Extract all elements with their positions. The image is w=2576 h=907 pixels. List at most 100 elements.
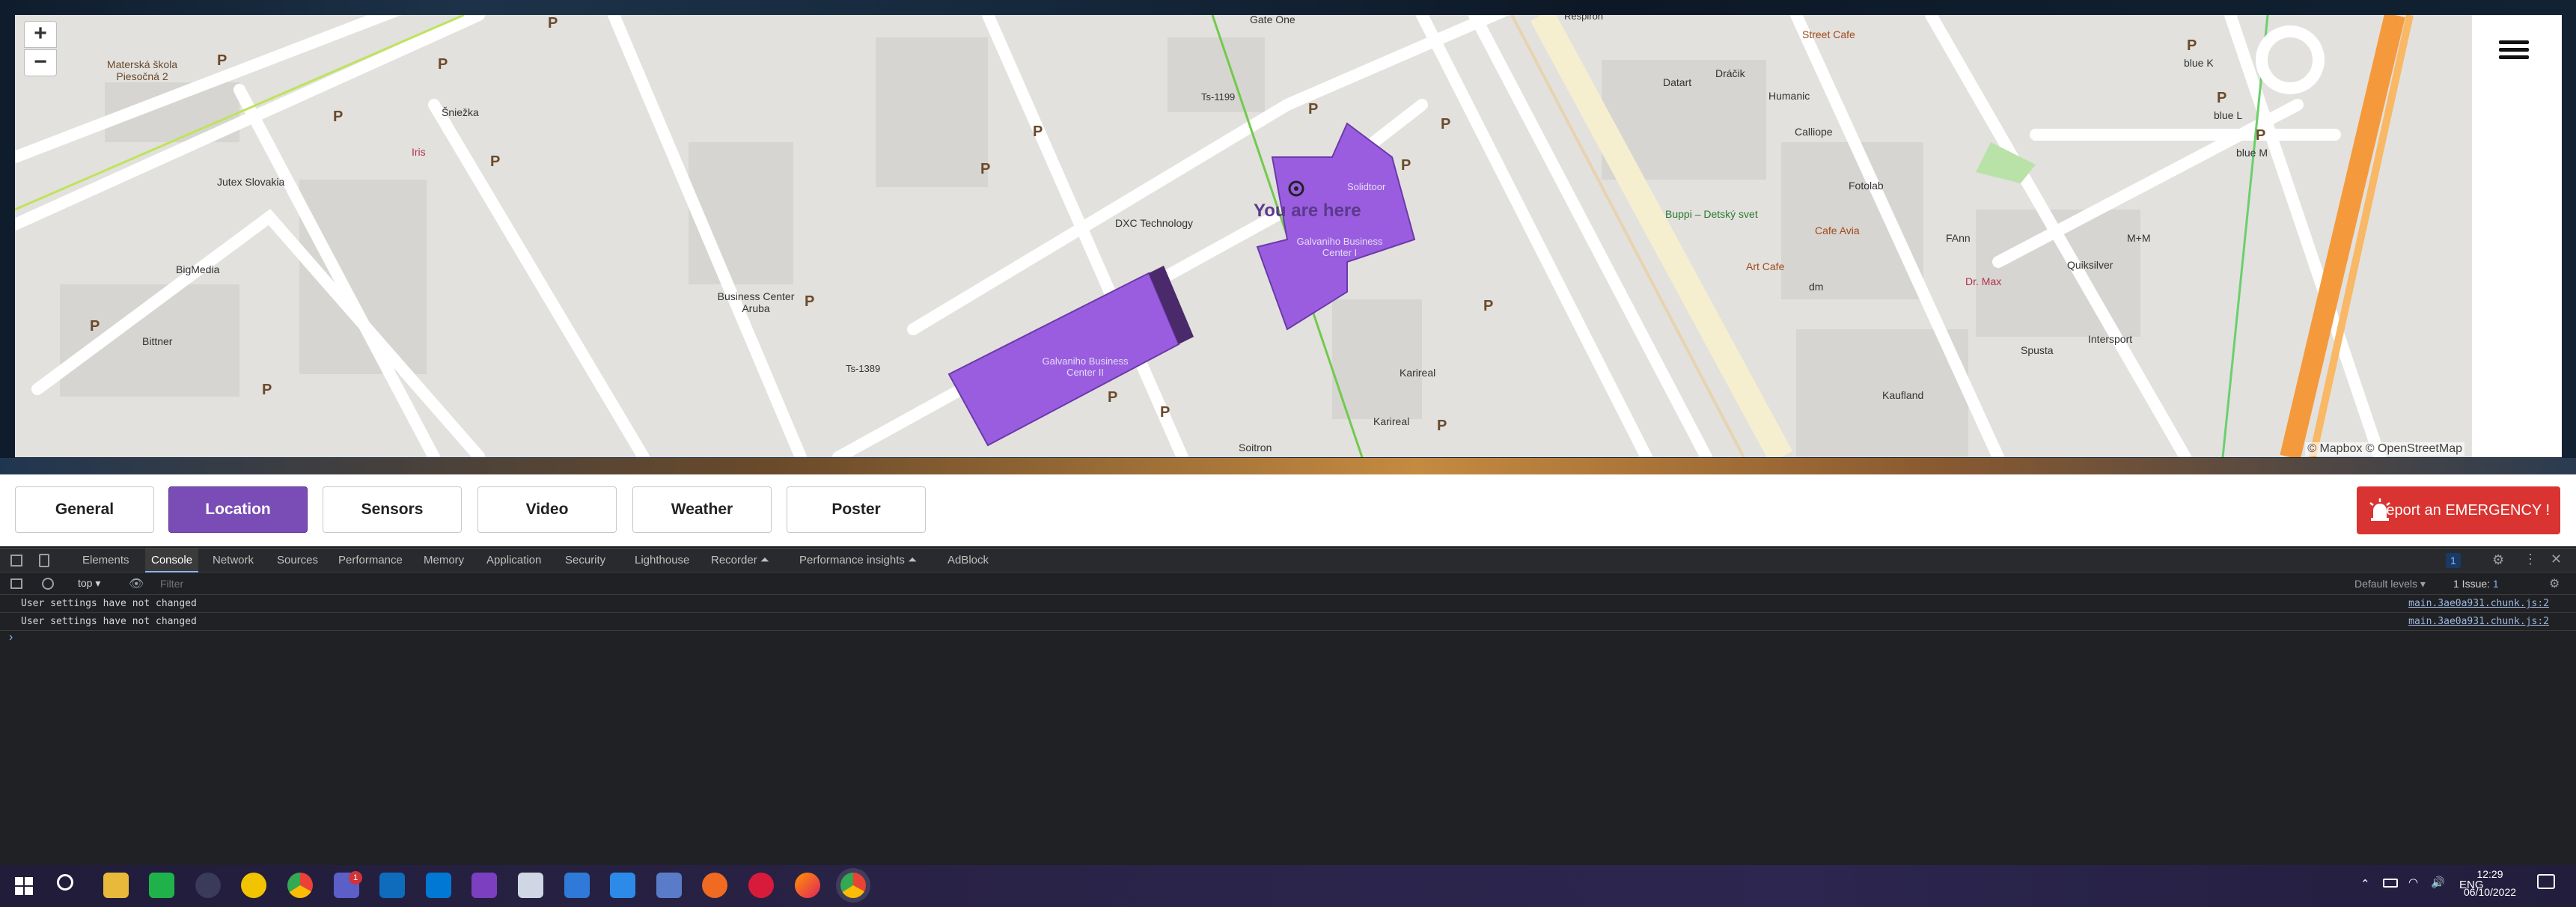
notifications-icon[interactable] — [2537, 874, 2555, 889]
outlook-icon[interactable] — [379, 873, 405, 898]
live-expression-eye-icon[interactable]: 👁 — [129, 576, 144, 591]
devtools-tab-recorder[interactable]: Recorder ⏶ — [711, 549, 769, 572]
search-icon[interactable] — [57, 874, 73, 891]
more-options-icon[interactable]: ⋮ — [2524, 552, 2537, 567]
app-icon[interactable] — [702, 873, 727, 898]
console-toolbar: top ▾ 👁 Default levels ▾ 1 Issue: 1 ⚙ — [0, 572, 2576, 595]
map-label-mm: M+M — [2127, 232, 2151, 244]
map-label-galvaniho1: Galvaniho Business Center I — [1296, 236, 1383, 258]
app-icon[interactable] — [241, 873, 266, 898]
map-view[interactable]: Materská škola Piesočná 2 Šniežka Iris J… — [15, 15, 2562, 457]
tab-sensors[interactable]: Sensors — [323, 486, 462, 533]
map-label-streetcafe: Street Cafe — [1802, 28, 1855, 40]
issues-label: 1 Issue: — [2453, 578, 2493, 590]
parking-icon: P — [548, 15, 558, 31]
map-label-jutex: Jutex Slovakia — [217, 176, 285, 188]
parking-icon: P — [980, 161, 991, 177]
console-message-text: User settings have not changed — [21, 598, 197, 609]
app-icon[interactable] — [149, 873, 174, 898]
parking-icon: P — [1160, 404, 1171, 421]
map-label-bittner: Bittner — [142, 335, 173, 347]
tab-poster[interactable]: Poster — [787, 486, 926, 533]
app-icon[interactable] — [748, 873, 774, 898]
parking-icon: P — [90, 318, 100, 335]
report-emergency-button[interactable]: Report an EMERGENCY ! — [2357, 486, 2560, 534]
tab-general[interactable]: General — [15, 486, 154, 533]
chrome-active-icon[interactable] — [840, 873, 866, 898]
firefox-icon[interactable] — [795, 873, 820, 898]
devtools-tab-application[interactable]: Application — [486, 549, 541, 572]
map-label-intersport: Intersport — [2088, 333, 2133, 345]
devtools-tab-lighthouse[interactable]: Lighthouse — [635, 549, 689, 572]
issues-counter-badge[interactable]: 1 — [2446, 553, 2461, 568]
map-label-aruba: Business Center Aruba — [717, 290, 795, 314]
network-icon[interactable]: ◠ — [2408, 876, 2418, 889]
devtools-tab-elements[interactable]: Elements — [82, 549, 129, 572]
app-icon[interactable] — [656, 873, 682, 898]
notification-badge: 1 — [349, 871, 362, 885]
hamburger-menu-icon[interactable] — [2472, 30, 2562, 67]
console-prompt[interactable]: › — [9, 631, 13, 644]
file-explorer-icon[interactable] — [103, 873, 129, 898]
devtools-tab-sources[interactable]: Sources — [277, 549, 318, 572]
map-label-datart: Datart — [1663, 76, 1692, 88]
app-icon[interactable] — [518, 873, 543, 898]
parking-icon: P — [490, 153, 501, 170]
windows-start-icon[interactable] — [15, 877, 33, 895]
parking-icon: P — [1441, 116, 1451, 132]
devtools-tab-security[interactable]: Security — [565, 549, 605, 572]
background-strip — [0, 458, 2576, 474]
log-levels-dropdown[interactable]: Default levels ▾ — [2354, 578, 2426, 590]
devtools-tab-memory[interactable]: Memory — [424, 549, 464, 572]
device-toolbar-icon[interactable] — [39, 554, 49, 567]
tray-chevron-icon[interactable]: ⌃ — [2360, 877, 2370, 891]
map-label-gateone: Gate One — [1250, 15, 1295, 25]
chrome-icon[interactable] — [287, 873, 313, 898]
devtools-tab-performance[interactable]: Performance — [338, 549, 403, 572]
parking-icon: P — [333, 109, 344, 125]
map-attribution[interactable]: © Mapbox © OpenStreetMap — [2305, 442, 2464, 456]
devtools-tab-console[interactable]: Console — [145, 549, 199, 572]
mail-icon[interactable] — [610, 873, 635, 898]
app-icon[interactable] — [195, 873, 221, 898]
devtools-tab-network[interactable]: Network — [213, 549, 254, 572]
clear-console-icon[interactable] — [42, 578, 54, 590]
parking-icon: P — [1437, 418, 1447, 434]
battery-icon[interactable] — [2383, 879, 2398, 888]
map-label-ts1199: Ts-1199 — [1201, 91, 1236, 103]
calendar-icon[interactable] — [564, 873, 590, 898]
devtools-tab-performance-insights[interactable]: Performance insights ⏶ — [799, 549, 917, 572]
map-label-dracik: Dráčik — [1715, 67, 1745, 79]
vscode-icon[interactable] — [426, 873, 451, 898]
map-label-materska: Materská škola Piesočná 2 — [106, 58, 178, 82]
zoom-in-button[interactable]: + — [24, 21, 57, 48]
parking-icon: P — [1108, 389, 1118, 406]
volume-icon[interactable]: 🔊 — [2431, 876, 2445, 889]
console-settings-icon[interactable]: ⚙ — [2549, 576, 2560, 591]
inspect-icon[interactable] — [10, 555, 22, 567]
sidebar-toggle-icon[interactable] — [10, 578, 22, 589]
map-label-fotolab: Fotolab — [1849, 180, 1884, 192]
emergency-label: Report an EMERGENCY ! — [2375, 501, 2550, 519]
tab-video[interactable]: Video — [477, 486, 617, 533]
console-message-source[interactable]: main.3ae0a931.chunk.js:2 — [2408, 595, 2549, 613]
console-message-source[interactable]: main.3ae0a931.chunk.js:2 — [2408, 613, 2549, 631]
issues-link[interactable]: 1 Issue: 1 — [2453, 578, 2499, 590]
console-filter-input[interactable] — [160, 575, 2331, 592]
visual-studio-icon[interactable] — [471, 873, 497, 898]
context-selector[interactable]: top ▾ — [78, 577, 100, 590]
parking-icon: P — [2217, 90, 2227, 106]
map-label-dxc: DXC Technology — [1115, 217, 1194, 229]
clock-date[interactable]: 06/10/2022 — [2456, 886, 2524, 898]
map-label-sniezka: Šniežka — [442, 106, 479, 118]
tab-location[interactable]: Location — [168, 486, 308, 533]
parking-icon: P — [217, 52, 228, 69]
close-devtools-icon[interactable]: ✕ — [2551, 552, 2562, 567]
tab-weather[interactable]: Weather — [632, 486, 772, 533]
clock-time[interactable]: 12:29 — [2464, 868, 2516, 880]
map-label-cafeavia: Cafe Avia — [1815, 225, 1860, 236]
settings-gear-icon[interactable]: ⚙ — [2492, 552, 2504, 568]
zoom-out-button[interactable]: − — [24, 49, 57, 76]
devtools-tab-adblock[interactable]: AdBlock — [947, 549, 989, 572]
app-window: Materská škola Piesočná 2 Šniežka Iris J… — [0, 0, 2576, 907]
